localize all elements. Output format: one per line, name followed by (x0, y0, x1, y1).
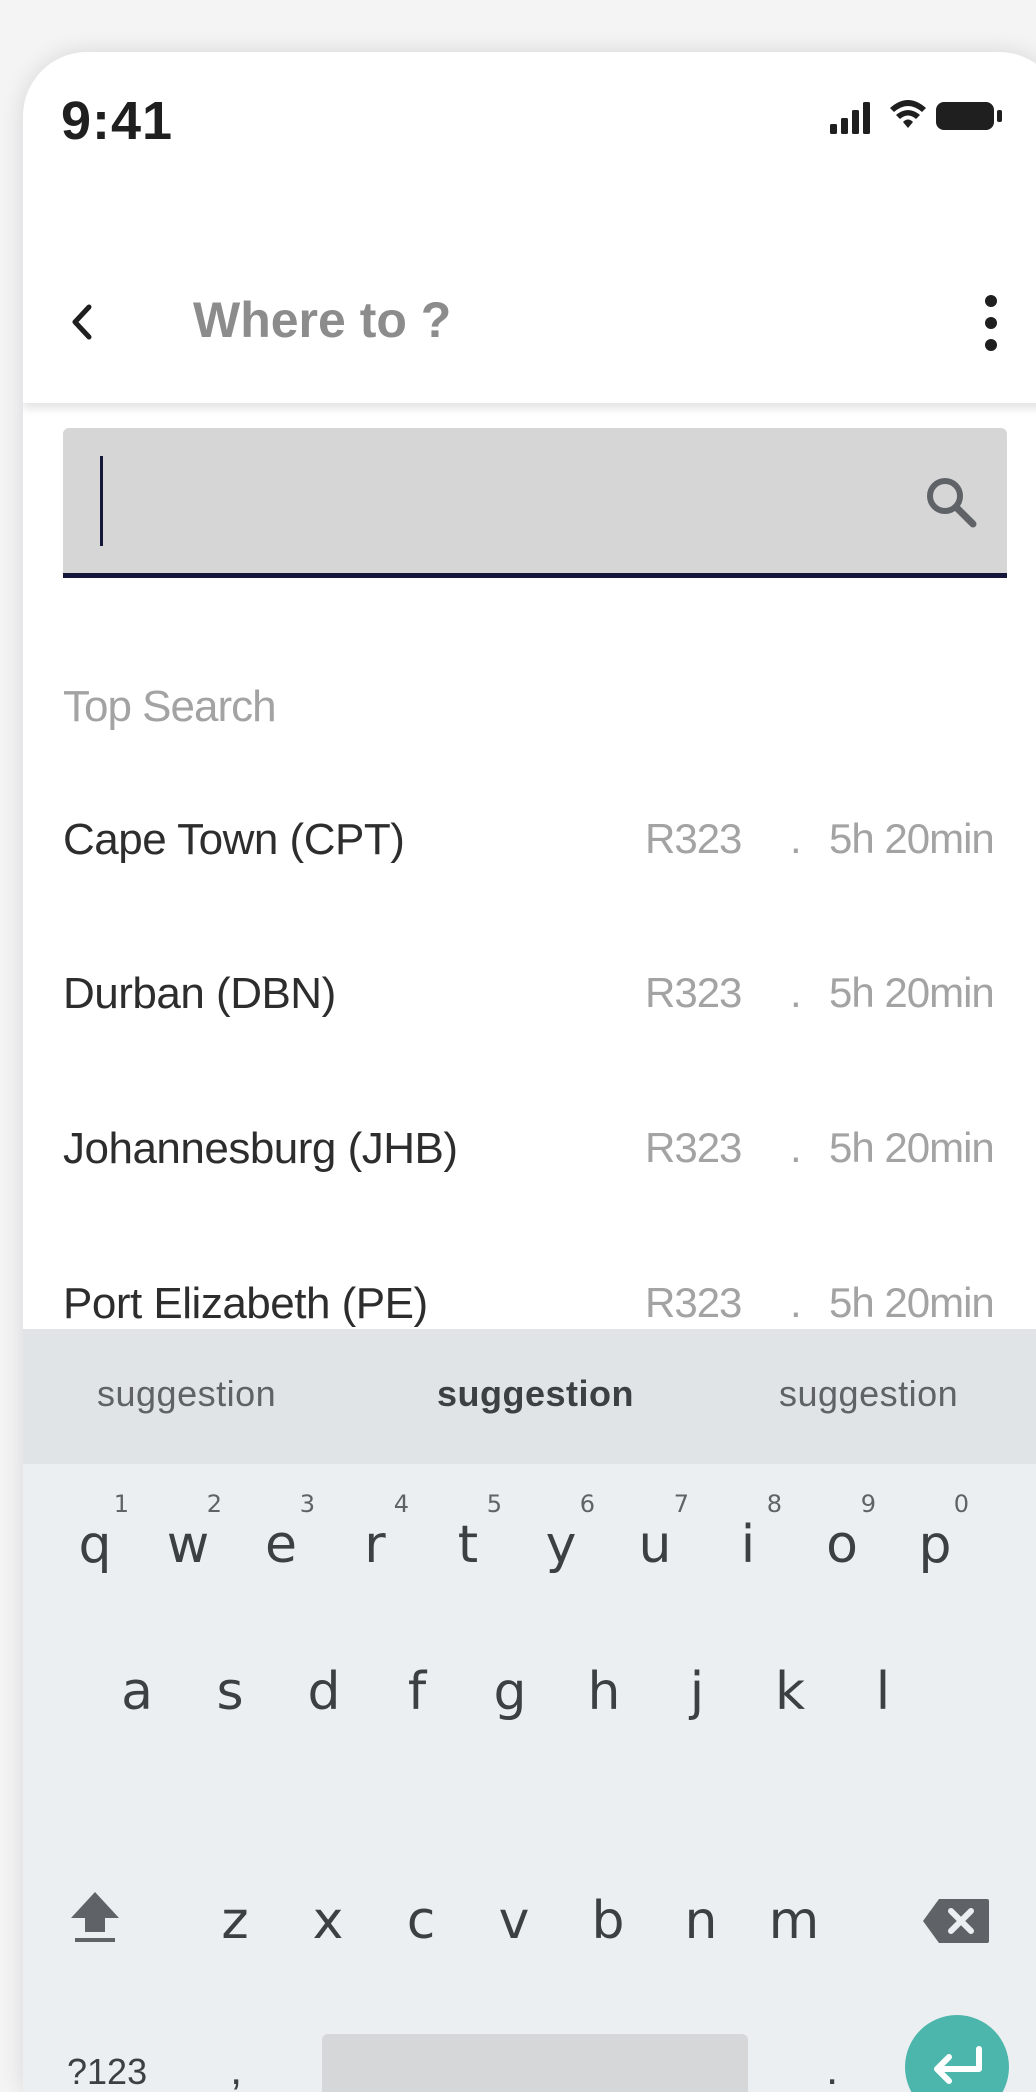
key-o[interactable]: o9 (802, 1492, 882, 1590)
more-vert-icon[interactable] (978, 293, 1004, 353)
key-number: 8 (766, 1490, 782, 1518)
key-f[interactable]: f (377, 1647, 457, 1737)
backspace-icon[interactable] (921, 1897, 991, 1945)
key-u[interactable]: u7 (615, 1492, 695, 1590)
comma-key[interactable]: , (230, 2045, 242, 2092)
symbols-key[interactable]: ?123 (67, 2051, 147, 2092)
suggestion-right[interactable]: suggestion (779, 1373, 958, 1415)
text-cursor (100, 456, 103, 546)
status-time: 9:41 (61, 91, 174, 151)
key-label: o (826, 1515, 858, 1575)
key-r[interactable]: r4 (335, 1492, 415, 1590)
key-number: 7 (673, 1490, 689, 1518)
separator: . (790, 1279, 802, 1326)
space-bar[interactable] (322, 2034, 748, 2092)
key-p[interactable]: p0 (895, 1492, 975, 1590)
key-m[interactable]: m (754, 1876, 834, 1966)
key-v[interactable]: v (474, 1876, 554, 1966)
key-h[interactable]: h (564, 1647, 644, 1737)
signal-icon (830, 102, 870, 134)
key-g[interactable]: g (470, 1647, 550, 1737)
key-label: u (638, 1515, 672, 1575)
duration: 5h 20min (829, 1279, 995, 1326)
search-input[interactable] (108, 458, 888, 543)
destination-name: Durban (DBN) (63, 969, 336, 1018)
duration: 5h 20min (829, 815, 995, 862)
app-bar: Where to ? (23, 207, 1036, 403)
price: R323 (645, 1279, 742, 1326)
destination-name: Cape Town (CPT) (63, 815, 405, 864)
key-s[interactable]: s (190, 1647, 270, 1737)
duration: 5h 20min (829, 1124, 995, 1171)
key-number: 1 (113, 1490, 129, 1518)
key-number: 2 (206, 1490, 222, 1518)
key-number: 6 (579, 1490, 595, 1518)
enter-icon (934, 2046, 982, 2084)
key-label: e (265, 1515, 297, 1575)
key-label: w (166, 1515, 210, 1575)
key-label: t (457, 1515, 479, 1575)
wifi-icon (890, 100, 926, 128)
key-l[interactable]: l (843, 1647, 923, 1737)
key-x[interactable]: x (288, 1876, 368, 1966)
suggestion-bar: suggestion suggestion suggestion (23, 1329, 1036, 1464)
key-c[interactable]: c (381, 1876, 461, 1966)
price: R323 (645, 969, 742, 1016)
key-label: q (78, 1515, 112, 1575)
key-label: p (918, 1515, 952, 1575)
key-b[interactable]: b (568, 1876, 648, 1966)
page-title: Where to ? (193, 292, 452, 348)
list-item[interactable]: Cape Town (CPT) R323 . 5h 20min (63, 815, 1023, 895)
separator: . (790, 969, 802, 1016)
back-arrow-icon[interactable] (63, 297, 103, 347)
key-i[interactable]: i8 (708, 1492, 788, 1590)
list-item[interactable]: Johannesburg (JHB) R323 . 5h 20min (63, 1124, 1023, 1204)
key-d[interactable]: d (284, 1647, 364, 1737)
price: R323 (645, 1124, 742, 1171)
key-label: r (364, 1515, 386, 1575)
duration: 5h 20min (829, 969, 995, 1016)
key-label: y (545, 1515, 577, 1575)
key-n[interactable]: n (661, 1876, 741, 1966)
key-label: i (740, 1515, 756, 1575)
key-t[interactable]: t5 (428, 1492, 508, 1590)
shift-icon[interactable] (65, 1886, 125, 1946)
key-w[interactable]: w2 (148, 1492, 228, 1590)
search-field[interactable] (63, 428, 1007, 578)
destination-name: Port Elizabeth (PE) (63, 1279, 428, 1328)
suggestion-left[interactable]: suggestion (97, 1373, 276, 1415)
enter-button[interactable] (905, 2015, 1009, 2092)
key-y[interactable]: y6 (521, 1492, 601, 1590)
status-icons (830, 100, 1002, 134)
destination-name: Johannesburg (JHB) (63, 1124, 458, 1173)
key-number: 3 (299, 1490, 315, 1518)
key-e[interactable]: e3 (241, 1492, 321, 1590)
key-a[interactable]: a (97, 1647, 177, 1737)
key-k[interactable]: k (750, 1647, 830, 1737)
key-number: 4 (393, 1490, 409, 1518)
search-icon[interactable] (923, 474, 979, 530)
price: R323 (645, 815, 742, 862)
separator: . (790, 815, 802, 862)
suggestion-center[interactable]: suggestion (437, 1373, 634, 1415)
key-number: 0 (953, 1490, 969, 1518)
section-title-top-search: Top Search (63, 682, 277, 731)
key-q[interactable]: q1 (55, 1492, 135, 1590)
key-z[interactable]: z (195, 1876, 275, 1966)
list-item[interactable]: Durban (DBN) R323 . 5h 20min (63, 969, 1023, 1049)
phone-frame: 9:41 Where to ? Top Search Cape Town (CP… (23, 52, 1036, 2092)
keyboard: suggestion suggestion suggestion q1 w2 e… (23, 1329, 1036, 2092)
battery-icon (936, 102, 1002, 130)
key-j[interactable]: j (657, 1647, 737, 1737)
key-number: 9 (860, 1490, 876, 1518)
period-key[interactable]: . (826, 2045, 838, 2092)
separator: . (790, 1124, 802, 1171)
key-number: 5 (486, 1490, 502, 1518)
